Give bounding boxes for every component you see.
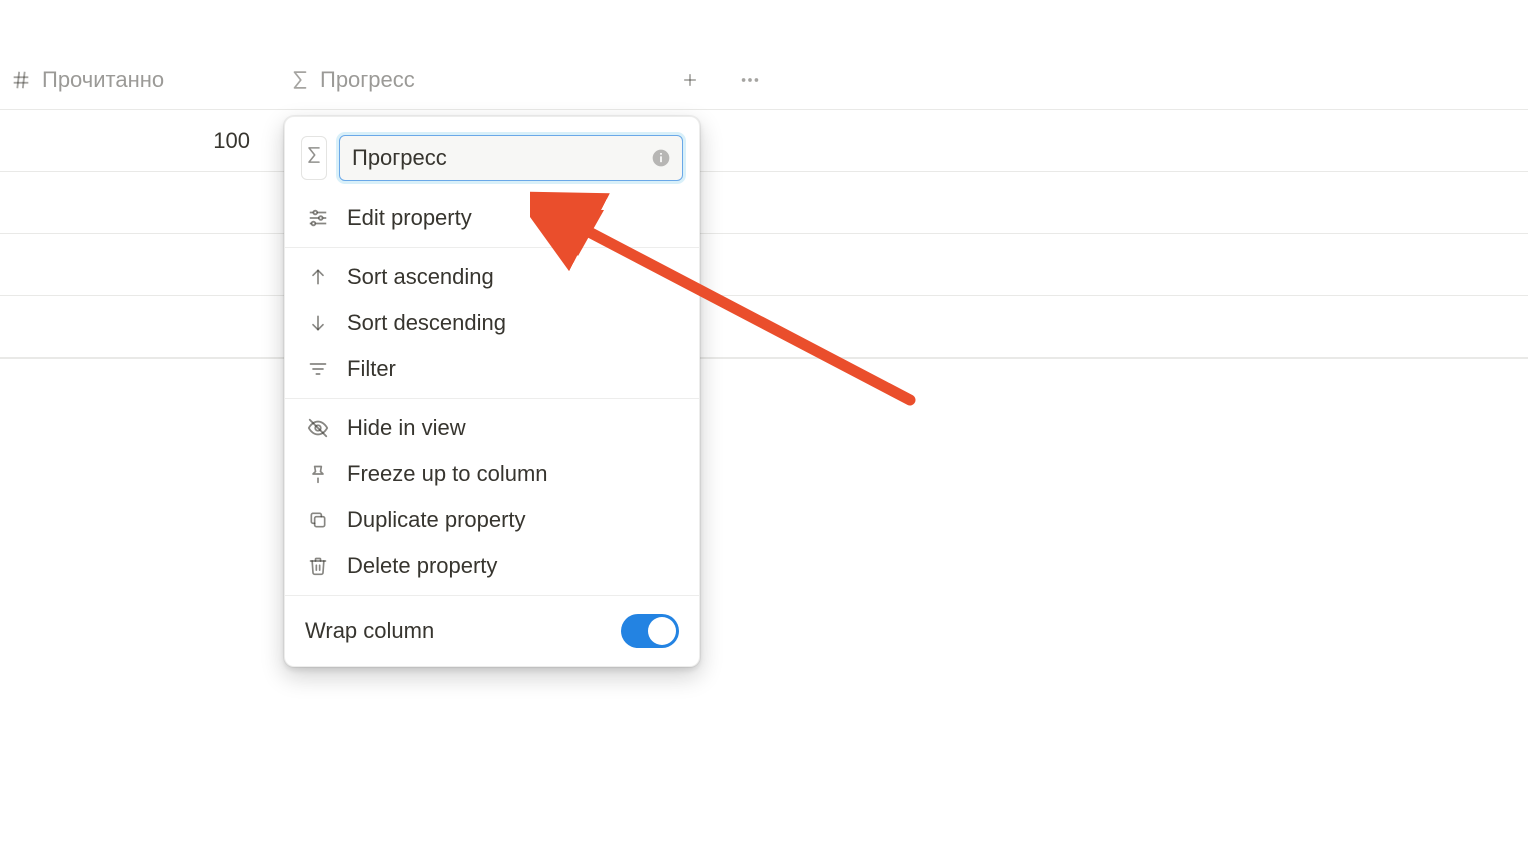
trash-icon <box>305 553 331 579</box>
menu-item-delete[interactable]: Delete property <box>285 543 699 589</box>
menu-item-duplicate[interactable]: Duplicate property <box>285 497 699 543</box>
arrow-up-icon <box>305 264 331 290</box>
column-header-read-label: Прочитанно <box>42 67 164 93</box>
cell-read-value[interactable]: 100 <box>0 110 280 171</box>
menu-item-freeze[interactable]: Freeze up to column <box>285 451 699 497</box>
menu-item-sort-ascending[interactable]: Sort ascending <box>285 254 699 300</box>
column-header-progress-label: Прогресс <box>320 67 415 93</box>
property-type-button[interactable] <box>301 136 327 180</box>
hash-icon <box>10 69 32 91</box>
menu-item-label: Sort descending <box>347 310 506 336</box>
menu-item-label: Wrap column <box>305 618 434 644</box>
cell-value: 100 <box>213 128 250 154</box>
pin-icon <box>305 461 331 487</box>
menu-item-edit-property[interactable]: Edit property <box>285 195 699 241</box>
table-header-row: Прочитанно Прогресс <box>0 50 1528 110</box>
database-table: Прочитанно Прогресс <box>0 50 1528 359</box>
filter-icon <box>305 356 331 382</box>
menu-item-sort-descending[interactable]: Sort descending <box>285 300 699 346</box>
sliders-icon <box>305 205 331 231</box>
menu-item-label: Hide in view <box>347 415 466 441</box>
property-menu: Edit property Sort ascending Sort descen… <box>284 116 700 667</box>
table-row[interactable] <box>0 172 1528 234</box>
plus-icon <box>680 70 700 90</box>
column-header-progress[interactable]: Прогресс <box>280 50 660 109</box>
table-row[interactable] <box>0 234 1528 296</box>
sigma-icon <box>305 145 323 171</box>
menu-item-label: Sort ascending <box>347 264 494 290</box>
more-horizontal-icon <box>739 69 761 91</box>
menu-item-label: Filter <box>347 356 396 382</box>
menu-item-label: Delete property <box>347 553 497 579</box>
menu-item-wrap-column[interactable]: Wrap column <box>285 602 699 662</box>
menu-separator <box>285 247 699 248</box>
toggle-knob <box>648 617 676 645</box>
table-row[interactable] <box>0 296 1528 358</box>
menu-separator <box>285 398 699 399</box>
info-icon[interactable] <box>650 147 672 169</box>
menu-item-label: Duplicate property <box>347 507 526 533</box>
table-row[interactable]: 100 <box>0 110 1528 172</box>
property-name-row <box>285 127 699 195</box>
eye-off-icon <box>305 415 331 441</box>
wrap-column-toggle[interactable] <box>621 614 679 648</box>
sigma-icon <box>290 69 310 91</box>
property-name-input[interactable] <box>350 144 642 172</box>
column-options-button[interactable] <box>720 50 780 109</box>
menu-item-label: Freeze up to column <box>347 461 548 487</box>
property-name-input-wrap[interactable] <box>339 135 683 181</box>
menu-item-hide[interactable]: Hide in view <box>285 405 699 451</box>
menu-item-filter[interactable]: Filter <box>285 346 699 392</box>
column-header-read[interactable]: Прочитанно <box>0 50 280 109</box>
copy-icon <box>305 507 331 533</box>
add-column-button[interactable] <box>660 50 720 109</box>
menu-separator <box>285 595 699 596</box>
menu-item-label: Edit property <box>347 205 472 231</box>
arrow-down-icon <box>305 310 331 336</box>
